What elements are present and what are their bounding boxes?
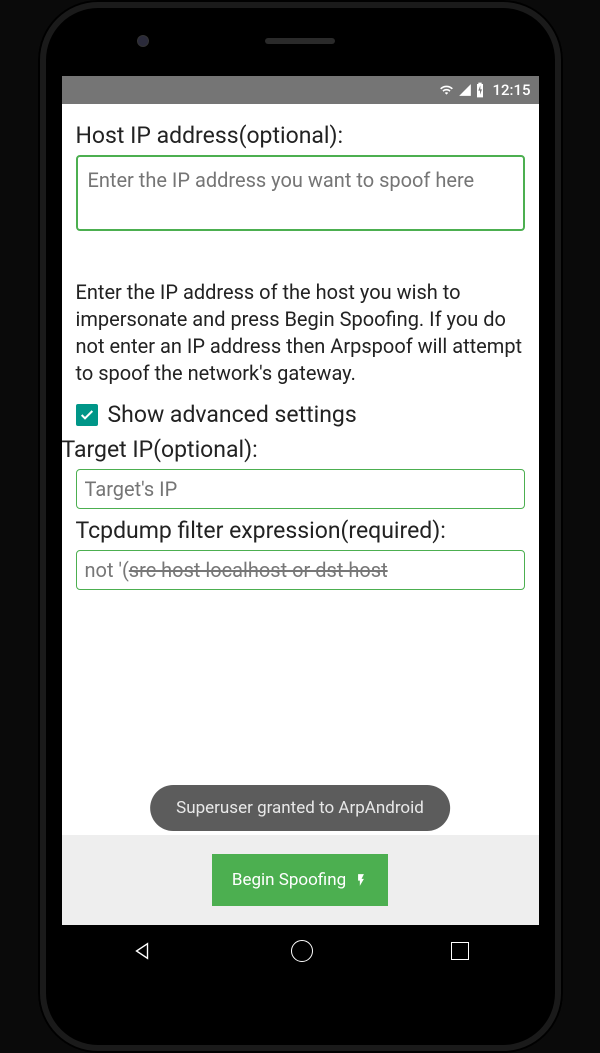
host-ip-label: Host IP address(optional): bbox=[76, 122, 525, 149]
begin-spoofing-button[interactable]: Begin Spoofing bbox=[212, 854, 388, 906]
advanced-checkbox-label: Show advanced settings bbox=[108, 401, 357, 428]
check-icon bbox=[79, 407, 95, 423]
advanced-checkbox[interactable] bbox=[76, 404, 98, 426]
signal-icon bbox=[458, 83, 472, 97]
wifi-icon bbox=[438, 83, 455, 97]
filter-value-struck: src host localhost or dst host bbox=[129, 558, 388, 582]
filter-value-prefix: not '( bbox=[85, 558, 129, 582]
home-icon[interactable] bbox=[291, 940, 313, 962]
status-bar: 12:15 bbox=[62, 76, 539, 104]
target-ip-label: Target IP(optional): bbox=[62, 436, 525, 463]
toast-message: Superuser granted to ArpAndroid bbox=[150, 785, 450, 831]
screen: 12:15 Host IP address(optional): Enter t… bbox=[62, 76, 539, 977]
begin-button-label: Begin Spoofing bbox=[232, 870, 346, 890]
host-ip-input[interactable] bbox=[76, 155, 525, 231]
phone-bezel-top bbox=[46, 8, 555, 76]
phone-inner: 12:15 Host IP address(optional): Enter t… bbox=[46, 8, 555, 1045]
recents-icon[interactable] bbox=[451, 942, 469, 960]
android-nav-bar bbox=[62, 925, 539, 977]
filter-label: Tcpdump filter expression(required): bbox=[76, 517, 525, 544]
bolt-icon bbox=[354, 871, 368, 889]
advanced-checkbox-row[interactable]: Show advanced settings bbox=[76, 401, 525, 428]
phone-frame: 12:15 Host IP address(optional): Enter t… bbox=[38, 0, 563, 1053]
battery-charging-icon bbox=[475, 82, 485, 98]
front-camera bbox=[138, 36, 148, 46]
button-bar: Begin Spoofing bbox=[62, 835, 539, 925]
help-text: Enter the IP address of the host you wis… bbox=[76, 279, 525, 387]
filter-input[interactable]: not '(src host localhost or dst host bbox=[76, 550, 525, 590]
earpiece-speaker bbox=[265, 38, 335, 44]
status-clock: 12:15 bbox=[492, 81, 530, 99]
app-content: Host IP address(optional): Enter the IP … bbox=[62, 104, 539, 835]
target-ip-input[interactable] bbox=[76, 469, 525, 509]
back-icon[interactable] bbox=[131, 940, 153, 962]
